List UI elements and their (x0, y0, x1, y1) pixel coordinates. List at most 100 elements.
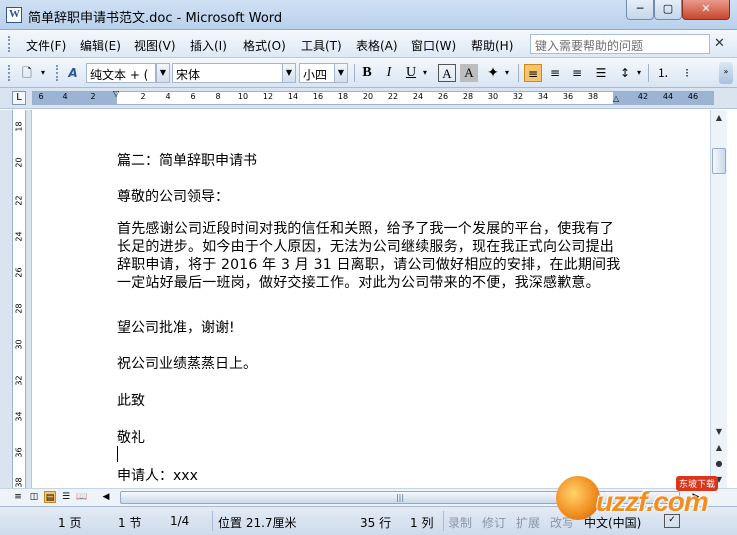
line-spacing-dropdown-arrow[interactable]: ▾ (634, 64, 644, 82)
vruler-tick: 36 (14, 447, 24, 458)
text-cursor (117, 446, 118, 462)
reading-view-icon[interactable]: 📖 (76, 491, 88, 503)
ruler-tick: 4 (62, 92, 68, 101)
normal-view-icon[interactable]: ≡ (12, 491, 24, 503)
scroll-left-icon[interactable]: ◀ (100, 491, 112, 503)
vruler-tick: 18 (14, 121, 24, 132)
align-left-icon[interactable]: ≡ (524, 64, 542, 82)
bullets-icon[interactable]: ⁝ (678, 64, 696, 82)
ruler-tick: 30 (487, 92, 499, 101)
close-document-icon[interactable]: ✕ (714, 36, 725, 51)
horizontal-ruler-area: L 6 4 2 2 4 6 8 10 12 14 16 18 20 22 24 … (0, 88, 737, 109)
site-watermark: uzzf.com 东坡下载 (556, 470, 732, 526)
horizontal-ruler[interactable]: 6 4 2 2 4 6 8 10 12 14 16 18 20 22 24 26… (32, 89, 714, 105)
toolbar-grip[interactable] (8, 65, 12, 81)
menu-window[interactable]: 窗口(W) (411, 37, 456, 54)
line-spacing-icon[interactable]: ↕ (616, 64, 634, 82)
minimize-button[interactable]: ─ (626, 0, 654, 20)
style-dropdown-arrow[interactable]: ▼ (156, 63, 170, 83)
status-section: 1 节 (118, 516, 142, 530)
menu-edit[interactable]: 编辑(E) (80, 37, 121, 54)
close-button[interactable]: ✕ (682, 0, 730, 20)
ruler-tick: 2 (90, 92, 96, 101)
underline-button[interactable]: U (402, 64, 420, 82)
doc-salutation[interactable]: 尊敬的公司领导： (117, 186, 229, 206)
first-line-indent-marker-icon[interactable]: ▽ (113, 89, 119, 98)
doc-wishes-line[interactable]: 祝公司业绩蒸蒸日上。 (117, 353, 257, 373)
menu-format[interactable]: 格式(O) (243, 37, 286, 54)
ruler-tick: 24 (412, 92, 424, 101)
toolbar-grip-2[interactable] (56, 65, 60, 81)
ruler-tick: 22 (387, 92, 399, 101)
character-shading-button[interactable]: A (460, 64, 478, 82)
toolbar-options-icon[interactable]: ▾ (38, 64, 48, 82)
web-view-icon[interactable]: ◫ (28, 491, 40, 503)
doc-request-line[interactable]: 望公司批准，谢谢! (117, 317, 235, 337)
vruler-tick: 24 (14, 231, 24, 242)
vertical-ruler[interactable]: 18 20 22 24 26 28 30 32 34 36 38 (0, 110, 32, 488)
style-select[interactable]: 纯文本 + ( (86, 63, 156, 83)
ruler-tick: 8 (215, 92, 221, 101)
doc-heading[interactable]: 篇二：简单辞职申请书 (117, 150, 257, 170)
menu-view[interactable]: 视图(V) (134, 37, 176, 54)
title-bar: 简单辞职申请书范文.doc - Microsoft Word ─ ▢ ✕ (0, 0, 737, 30)
vruler-tick: 32 (14, 375, 24, 386)
ruler-tick: 4 (165, 92, 171, 101)
scroll-down-icon[interactable]: ▼ (711, 424, 727, 440)
previous-page-icon[interactable]: ▲ (711, 440, 727, 456)
help-search-input[interactable]: 键入需要帮助的问题 (530, 34, 710, 54)
word-app-icon[interactable] (6, 7, 22, 23)
ruler-tick: 14 (287, 92, 299, 101)
ruler-tick: 16 (312, 92, 324, 101)
maximize-button[interactable]: ▢ (654, 0, 682, 20)
status-page: 1 页 (58, 516, 82, 530)
doc-closing-line[interactable]: 此致 (117, 390, 145, 410)
text-effects-icon[interactable]: ✦ (484, 64, 502, 82)
toolbar-separator-3 (648, 64, 649, 82)
menu-help[interactable]: 帮助(H) (471, 37, 513, 54)
status-record-indicator[interactable]: 录制 (448, 514, 472, 531)
vruler-tick: 26 (14, 267, 24, 278)
outline-view-icon[interactable]: ☰ (60, 491, 72, 503)
numbering-icon[interactable]: ⒈ (654, 64, 672, 82)
status-extend-indicator[interactable]: 扩展 (516, 514, 540, 531)
doc-signature-line[interactable]: 申请人：xxx (117, 465, 198, 485)
document-canvas[interactable]: 篇二：简单辞职申请书 尊敬的公司领导： 首先感谢公司近段时间对我的信任和关照，给… (33, 110, 710, 488)
right-indent-marker-icon[interactable]: △ (613, 94, 619, 103)
ruler-tick: 6 (38, 92, 44, 101)
character-border-button[interactable]: A (438, 64, 456, 82)
align-center-icon[interactable]: ≡ (546, 64, 564, 82)
font-size-dropdown-arrow[interactable]: ▼ (334, 63, 348, 83)
align-right-icon[interactable]: ≡ (568, 64, 586, 82)
vertical-scrollbar[interactable]: ▲ ▼ ▲ ● ▼ (710, 110, 727, 488)
text-effects-dropdown-arrow[interactable]: ▾ (502, 64, 512, 82)
vertical-scroll-thumb[interactable] (712, 148, 726, 174)
justify-icon[interactable]: ☰ (592, 64, 610, 82)
scroll-up-icon[interactable]: ▲ (711, 110, 727, 126)
ruler-tick: 32 (512, 92, 524, 101)
doc-regards-line[interactable]: 敬礼 (117, 427, 145, 447)
ruler-tick: 18 (337, 92, 349, 101)
menu-bar: 文件(F) 编辑(E) 视图(V) 插入(I) 格式(O) 工具(T) 表格(A… (0, 30, 737, 58)
menu-tools[interactable]: 工具(T) (301, 37, 342, 54)
menu-file[interactable]: 文件(F) (26, 37, 66, 54)
tab-selector-icon[interactable]: L (12, 91, 26, 105)
toolbar-more-chevron-icon[interactable]: » (719, 62, 733, 84)
styles-pane-icon[interactable]: A (64, 64, 82, 82)
watermark-logo-icon (556, 476, 600, 520)
print-layout-view-icon[interactable]: ▤ (44, 491, 56, 503)
font-select[interactable]: 宋体 (172, 63, 296, 83)
underline-dropdown-arrow[interactable]: ▾ (420, 64, 430, 82)
doc-body-paragraph[interactable]: 首先感谢公司近段时间对我的信任和关照，给予了我一个发展的平台，使我有了长足的进步… (117, 220, 623, 292)
font-dropdown-arrow[interactable]: ▼ (282, 63, 296, 83)
italic-button[interactable]: I (380, 64, 398, 82)
ruler-tick: 38 (587, 92, 599, 101)
ruler-tick: 10 (237, 92, 249, 101)
menu-table[interactable]: 表格(A) (356, 37, 398, 54)
ruler-tick: 28 (462, 92, 474, 101)
bold-button[interactable]: B (358, 64, 376, 82)
menu-insert[interactable]: 插入(I) (190, 37, 227, 54)
new-document-icon[interactable]: 🗋 (18, 64, 36, 82)
status-track-changes-indicator[interactable]: 修订 (482, 514, 506, 531)
menubar-grip[interactable] (8, 36, 12, 52)
